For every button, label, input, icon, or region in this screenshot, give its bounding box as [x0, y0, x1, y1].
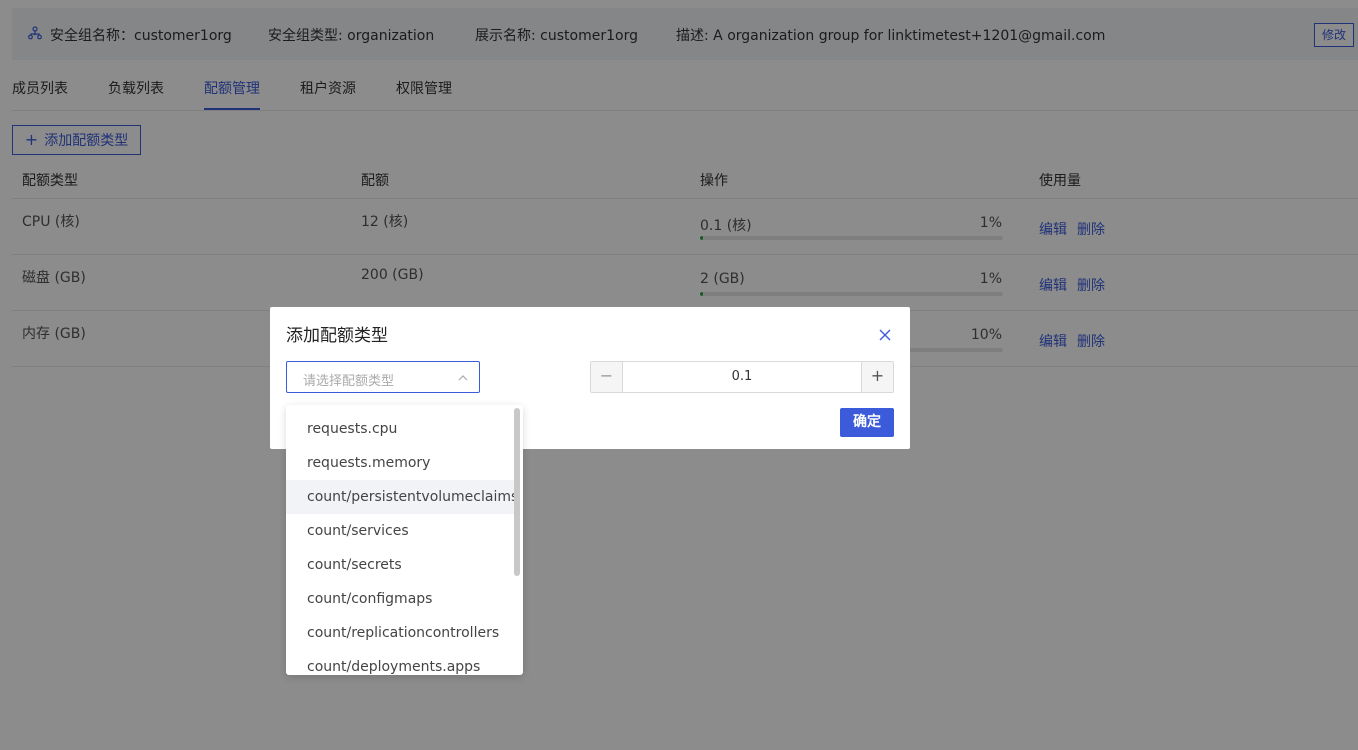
close-icon[interactable]	[876, 326, 894, 344]
decrement-button[interactable]: −	[591, 362, 623, 392]
dropdown-option-requests-cpu[interactable]: requests.cpu	[286, 412, 514, 446]
dropdown-option-count-deployments[interactable]: count/deployments.apps	[286, 650, 514, 675]
quota-type-dropdown: requests.cpu requests.memory count/persi…	[286, 405, 523, 675]
dropdown-scrollbar[interactable]	[514, 408, 520, 576]
quota-type-select[interactable]: 请选择配额类型	[286, 361, 480, 393]
dropdown-option-count-pvc[interactable]: count/persistentvolumeclaims	[286, 480, 518, 514]
dropdown-option-count-replicationcontrollers[interactable]: count/replicationcontrollers	[286, 616, 514, 650]
quota-amount-input[interactable]: 0.1	[623, 362, 861, 392]
increment-button[interactable]: +	[861, 362, 893, 392]
quota-amount-stepper: − 0.1 +	[590, 361, 894, 393]
select-placeholder: 请选择配额类型	[303, 374, 395, 389]
confirm-button[interactable]: 确定	[840, 408, 894, 437]
dropdown-option-count-services[interactable]: count/services	[286, 514, 514, 548]
dropdown-option-count-secrets[interactable]: count/secrets	[286, 548, 514, 582]
dropdown-option-requests-memory[interactable]: requests.memory	[286, 446, 514, 480]
dialog-title: 添加配额类型	[286, 326, 388, 346]
dropdown-option-count-configmaps[interactable]: count/configmaps	[286, 582, 514, 616]
chevron-up-icon	[458, 375, 468, 381]
